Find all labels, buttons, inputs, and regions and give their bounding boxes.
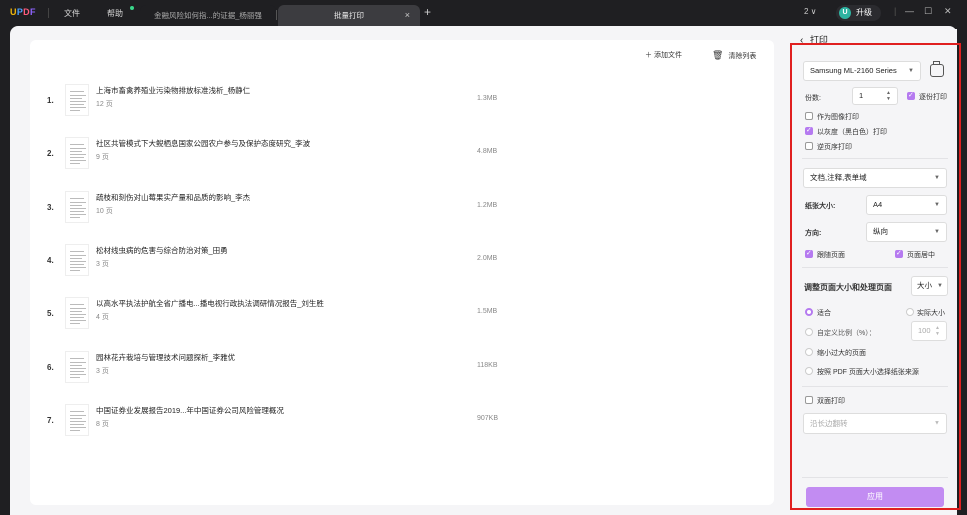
help-notification-dot [130,6,134,10]
tab-close-icon[interactable]: × [405,5,410,26]
file-size: 118KB [477,361,498,369]
file-row[interactable]: 6. 园林花卉栽培与管理技术问题探析_李雅优 3 页 118KB [30,345,774,397]
file-thumbnail [65,243,89,276]
window-count-dropdown[interactable]: 2 ∨ [804,7,817,16]
file-size: 907KB [477,414,499,422]
file-size: 2.0MB [477,254,498,262]
file-name: 疏枝和刻伤对山莓果实产量和品质的影响_李杰 [96,192,251,202]
file-thumbnail [65,137,89,170]
file-name: 以高水平执法护航全省广播电...播电视行政执法调研情况报告_刘生胜 [96,299,324,309]
file-pages: 10 页 [96,207,113,215]
file-thumbnail [65,84,89,116]
file-pages: 12 页 [96,101,113,108]
file-name: 上海市畜禽养殖业污染物排放标准浅析_杨静仁 [96,86,251,95]
updf-logo: UPDF [10,7,36,17]
tab-batch-print[interactable]: 批量打印 × [278,5,420,26]
file-size: 4.8MB [477,148,498,156]
file-thumbnail [65,350,89,383]
file-row[interactable]: 4. 松材线虫病的危害与综合防治对策_田勇 3 页 2.0MB [30,238,774,290]
close-window-icon[interactable]: ✕ [944,6,952,17]
window-controls-separator: | [894,6,897,16]
file-thumbnail [65,297,89,330]
highlight-box [790,43,961,510]
file-row[interactable]: 5. 以高水平执法护航全省广播电...播电视行政执法调研情况报告_刘生胜 4 页 1.… [30,291,774,343]
file-pages: 9 页 [96,154,109,162]
menu-help[interactable]: 帮助 [107,8,123,19]
clear-list-label: 清除列表 [728,53,757,60]
file-number: 6. [47,362,54,372]
trash-icon: 🗑 [712,50,724,60]
file-pages: 8 页 [96,420,109,428]
file-number: 5. [47,309,54,319]
minimize-icon[interactable]: — [905,6,914,16]
title-separator [48,8,49,18]
menu-file[interactable]: 文件 [64,8,80,19]
file-thumbnail [65,190,89,223]
file-name: 社区共管模式下大鲵栖息国家公园农户参与及保护态度研究_李波 [96,139,311,149]
tab-batch-print-label: 批量打印 [334,11,364,20]
upgrade-icon: U [839,7,851,19]
file-name: 园林花卉栽培与管理技术问题探析_李雅优 [96,352,236,362]
file-pages: 3 页 [96,260,109,268]
file-row[interactable]: 1. 上海市畜禽养殖业污染物排放标准浅析_杨静仁 12 页 1.3MB [30,78,774,130]
file-pages: 4 页 [96,314,109,322]
file-number: 1. [47,96,54,105]
file-thumbnail [65,403,89,436]
file-number: 3. [47,202,54,212]
add-file-button[interactable]: ＋ 添加文件 [645,50,682,60]
file-row[interactable]: 3. 疏枝和刻伤对山莓果实产量和品质的影响_李杰 10 页 1.2MB [30,185,774,237]
upgrade-label: 升级 [856,8,872,17]
file-number: 7. [47,415,54,425]
maximize-icon[interactable]: ☐ [924,6,932,17]
file-row[interactable]: 2. 社区共管模式下大鲵栖息国家公园农户参与及保护态度研究_李波 9 页 4.8MB [30,131,774,183]
title-bar: UPDF 文件 帮助 金融风险如何指...的证据_杨丽强 批量打印 × + 2 … [0,0,967,26]
file-number: 4. [47,255,54,265]
file-size: 1.3MB [477,95,498,102]
upgrade-button[interactable]: U 升级 [836,5,881,21]
file-list-panel: ＋ 添加文件 🗑 清除列表 1. 上海市畜禽养殖业污染物排放标准浅析_杨静仁 12 … [30,40,774,505]
new-tab-button[interactable]: + [424,5,431,19]
clear-list-button[interactable]: 🗑 清除列表 [712,50,756,61]
file-size: 1.2MB [477,201,498,209]
file-number: 2. [47,149,54,159]
tab-separator [276,10,277,20]
file-name: 中国证券业发展报告2019...年中国证券公司风险管理概况 [96,405,284,415]
tab-document[interactable]: 金融风险如何指...的证据_杨丽强 [140,5,276,26]
file-pages: 3 页 [96,367,109,375]
file-row[interactable]: 7. 中国证券业发展报告2019...年中国证券公司风险管理概况 8 页 907KB [30,398,774,450]
file-size: 1.5MB [477,308,498,316]
file-name: 松材线虫病的危害与综合防治对策_田勇 [96,245,228,255]
